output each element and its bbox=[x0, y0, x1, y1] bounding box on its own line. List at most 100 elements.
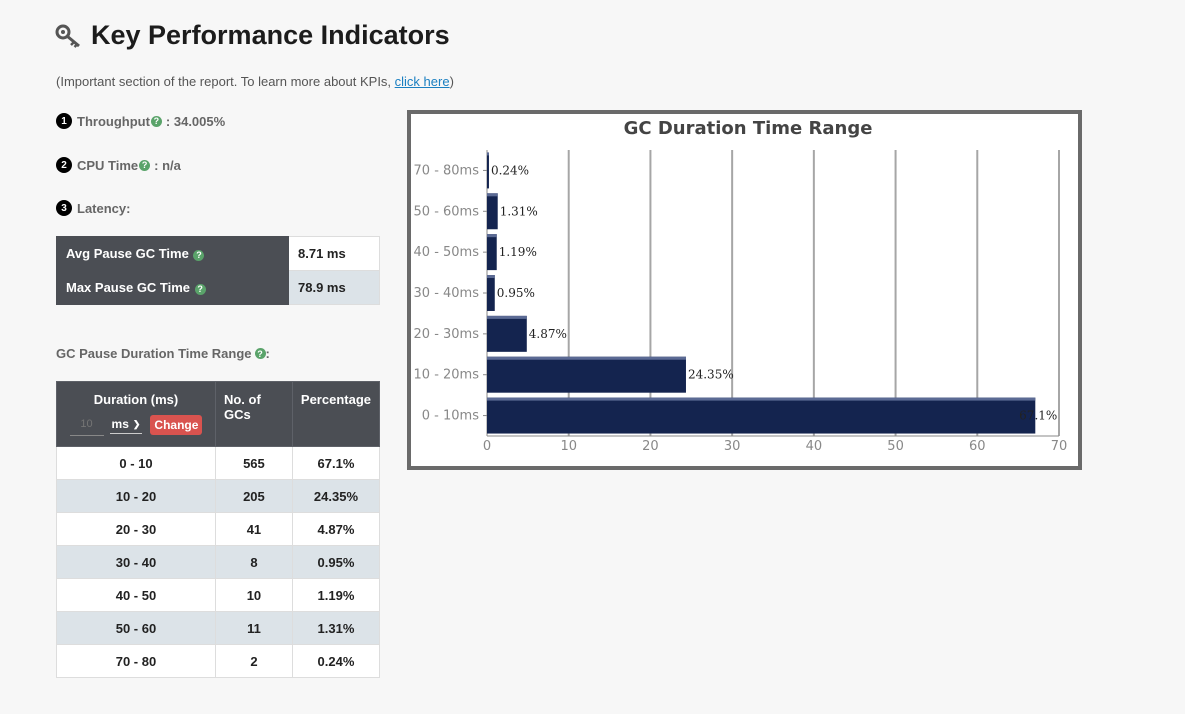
data-label: 24.35% bbox=[688, 368, 734, 382]
gc-duration-chart: 0 10 20 30 40 50 60 70 GC Duration Time Range 0 -… bbox=[407, 110, 1082, 470]
gc-duration-table: Duration (ms) ms❯ Change No. of GCs Perc… bbox=[56, 381, 381, 678]
percentage-cell: 1.31% bbox=[291, 611, 381, 645]
avg-pause-label: Avg Pause GC Time ? bbox=[56, 236, 289, 271]
percentage-cell: 0.24% bbox=[291, 644, 381, 678]
y-tick-label: 70 - 80ms bbox=[414, 163, 480, 178]
table-row: 0 - 10 565 67.1% bbox=[56, 446, 381, 480]
bar-highlight bbox=[487, 152, 489, 156]
x-tick-label: 70 bbox=[1051, 439, 1068, 454]
unit-select[interactable]: ms ❯ bbox=[109, 415, 143, 434]
subtitle-suffix: ) bbox=[449, 74, 454, 89]
range-cell: 40 - 50 bbox=[56, 578, 216, 612]
duration-header: Duration (ms) ms❯ Change bbox=[56, 381, 216, 447]
data-label: 4.87% bbox=[529, 327, 567, 341]
count-header: No. of GCs bbox=[214, 381, 293, 447]
data-label: 0.24% bbox=[491, 163, 529, 177]
table-row: 40 - 50 10 1.19% bbox=[56, 578, 381, 612]
bar bbox=[487, 275, 495, 311]
kpi-cpu-time: 2 CPU Time ? : n/a bbox=[56, 157, 181, 173]
colon: : bbox=[265, 346, 270, 361]
max-pause-value: 78.9 ms bbox=[288, 270, 380, 305]
page-title: Key Performance Indicators bbox=[91, 20, 450, 50]
count-cell: 565 bbox=[214, 446, 293, 480]
avg-pause-value: 8.71 ms bbox=[288, 236, 380, 271]
y-tick-label: 20 - 30ms bbox=[414, 327, 480, 342]
bar-highlight bbox=[487, 193, 498, 197]
kpi-label: Throughput bbox=[77, 113, 150, 129]
count-cell: 11 bbox=[214, 611, 293, 645]
percentage-cell: 0.95% bbox=[291, 545, 381, 579]
kpi-value: : n/a bbox=[154, 157, 181, 173]
table-row: 20 - 30 41 4.87% bbox=[56, 512, 381, 546]
data-label: 1.19% bbox=[499, 245, 537, 259]
unit-value: ms bbox=[111, 417, 129, 431]
range-cell: 20 - 30 bbox=[56, 512, 216, 546]
page-header: Key Performance Indicators bbox=[55, 20, 450, 51]
bar bbox=[487, 152, 489, 189]
percentage-cell: 1.19% bbox=[291, 578, 381, 612]
table-row: 30 - 40 8 0.95% bbox=[56, 545, 381, 579]
count-cell: 2 bbox=[214, 644, 293, 678]
y-tick-label: 40 - 50ms bbox=[414, 245, 480, 260]
percentage-cell: 67.1% bbox=[291, 446, 381, 480]
table-row: 70 - 80 2 0.24% bbox=[56, 644, 381, 678]
range-label-text: GC Pause Duration Time Range bbox=[56, 346, 252, 361]
subtitle-text: (Important section of the report. To lea… bbox=[56, 74, 395, 89]
x-tick-label: 0 bbox=[483, 439, 491, 454]
max-pause-label: Max Pause GC Time ? bbox=[56, 270, 289, 305]
x-tick-label: 60 bbox=[969, 439, 986, 454]
range-cell: 70 - 80 bbox=[56, 644, 216, 678]
kpi-label: Latency: bbox=[77, 200, 131, 216]
bar bbox=[487, 315, 527, 352]
bar-highlight bbox=[487, 356, 686, 360]
bar-highlight bbox=[487, 397, 1036, 401]
x-tick-label: 50 bbox=[887, 439, 904, 454]
data-label: 67.1% bbox=[1019, 409, 1057, 423]
chart-title: GC Duration Time Range bbox=[624, 118, 873, 139]
range-cell: 30 - 40 bbox=[56, 545, 216, 579]
count-cell: 205 bbox=[214, 479, 293, 513]
help-icon[interactable]: ? bbox=[254, 348, 266, 359]
change-button[interactable]: Change bbox=[150, 414, 203, 435]
number-badge-2: 2 bbox=[56, 157, 72, 173]
help-icon[interactable]: ? bbox=[139, 159, 151, 171]
help-icon[interactable]: ? bbox=[193, 249, 205, 261]
x-tick-label: 30 bbox=[724, 439, 741, 454]
kpi-help-link[interactable]: click here bbox=[395, 74, 450, 89]
range-cell: 0 - 10 bbox=[56, 446, 216, 480]
bar bbox=[487, 193, 498, 230]
kpi-value: : 34.005% bbox=[165, 113, 226, 129]
data-label: 0.95% bbox=[497, 286, 535, 300]
count-cell: 10 bbox=[214, 578, 293, 612]
bar-highlight bbox=[487, 234, 497, 238]
table-row: 50 - 60 11 1.31% bbox=[56, 611, 381, 645]
range-cell: 10 - 20 bbox=[56, 479, 216, 513]
percentage-header: Percentage bbox=[291, 381, 381, 447]
number-badge-3: 3 bbox=[56, 200, 72, 216]
bar bbox=[487, 356, 686, 393]
x-tick-label: 10 bbox=[560, 439, 577, 454]
page-subtitle: (Important section of the report. To lea… bbox=[56, 74, 454, 89]
bar-highlight bbox=[487, 275, 495, 279]
y-tick-label: 0 - 10ms bbox=[422, 409, 479, 424]
key-icon bbox=[55, 24, 80, 48]
help-icon[interactable]: ? bbox=[194, 283, 206, 295]
y-tick-label: 30 - 40ms bbox=[414, 286, 480, 301]
count-cell: 8 bbox=[214, 545, 293, 579]
kpi-latency: 3 Latency: bbox=[56, 200, 130, 216]
help-icon[interactable]: ? bbox=[150, 115, 162, 127]
bar bbox=[487, 234, 497, 271]
bar bbox=[487, 397, 1036, 434]
count-cell: 41 bbox=[214, 512, 293, 546]
duration-header-label: Duration (ms) bbox=[93, 392, 179, 407]
table-row: Max Pause GC Time ? 78.9 ms bbox=[56, 270, 380, 305]
range-cell: 50 - 60 bbox=[56, 611, 216, 645]
chevron-down-icon: ❯ bbox=[132, 418, 141, 429]
kpi-throughput: 1 Throughput ? : 34.005% bbox=[56, 113, 225, 129]
pause-time-table: Avg Pause GC Time ? 8.71 ms Max Pause GC… bbox=[56, 236, 380, 305]
interval-input[interactable] bbox=[69, 413, 104, 436]
table-row: 10 - 20 205 24.35% bbox=[56, 479, 381, 513]
kpi-label: CPU Time bbox=[77, 157, 139, 173]
range-section-label: GC Pause Duration Time Range ? : bbox=[56, 346, 270, 361]
y-tick-label: 50 - 60ms bbox=[414, 204, 480, 219]
